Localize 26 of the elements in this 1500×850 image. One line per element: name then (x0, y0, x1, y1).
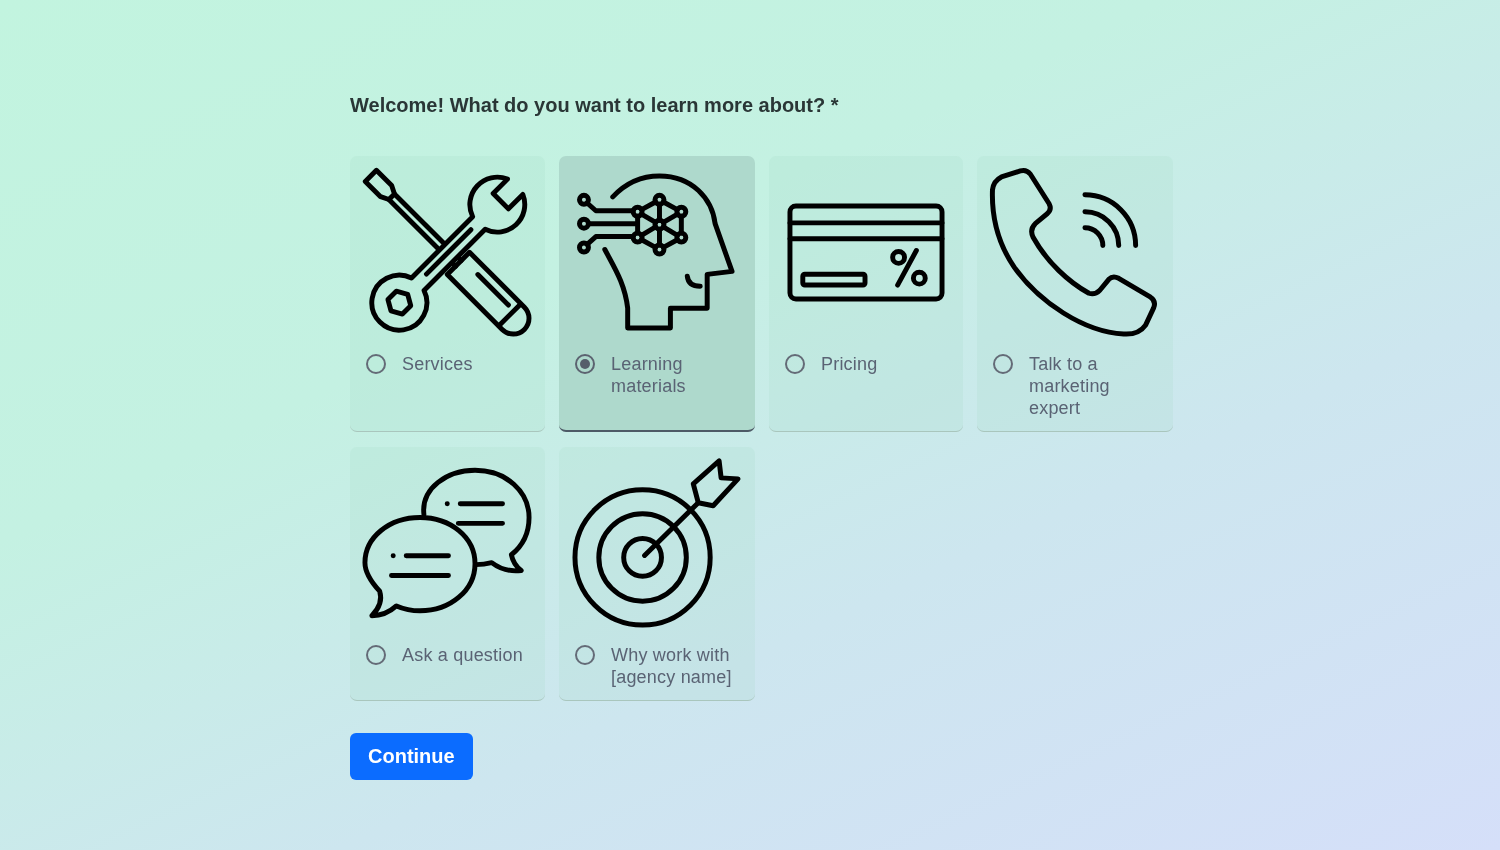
option-card[interactable]: Ask a question (350, 447, 545, 701)
option-card[interactable]: Talk to a marketing expert (977, 156, 1173, 432)
option-card[interactable]: Learning materials (559, 156, 755, 432)
target-arrow-icon (571, 458, 741, 628)
option-label: Pricing (821, 353, 878, 375)
chat-bubbles-icon (362, 467, 532, 619)
option-card[interactable]: Why work with [agency name] (559, 447, 755, 701)
credit-card-percent-icon (787, 202, 945, 302)
question-title: Welcome! What do you want to learn more about? * (350, 93, 839, 117)
head-network-icon (577, 173, 735, 331)
radio-button[interactable] (575, 354, 595, 374)
radio-button[interactable] (993, 354, 1013, 374)
option-label: Services (402, 353, 473, 375)
option-label: Learning materials (611, 353, 687, 397)
phone-icon (989, 167, 1159, 337)
option-label: Ask a question (402, 644, 523, 666)
radio-button[interactable] (366, 645, 386, 665)
radio-button[interactable] (366, 354, 386, 374)
radio-button[interactable] (785, 354, 805, 374)
continue-button[interactable]: Continue (350, 733, 473, 780)
radio-button[interactable] (575, 645, 595, 665)
tools-icon (362, 167, 532, 337)
option-card[interactable]: Services (350, 156, 545, 432)
option-card[interactable]: Pricing (769, 156, 963, 432)
option-label: Why work with [agency name] (611, 644, 733, 688)
option-label: Talk to a marketing expert (1029, 353, 1111, 419)
